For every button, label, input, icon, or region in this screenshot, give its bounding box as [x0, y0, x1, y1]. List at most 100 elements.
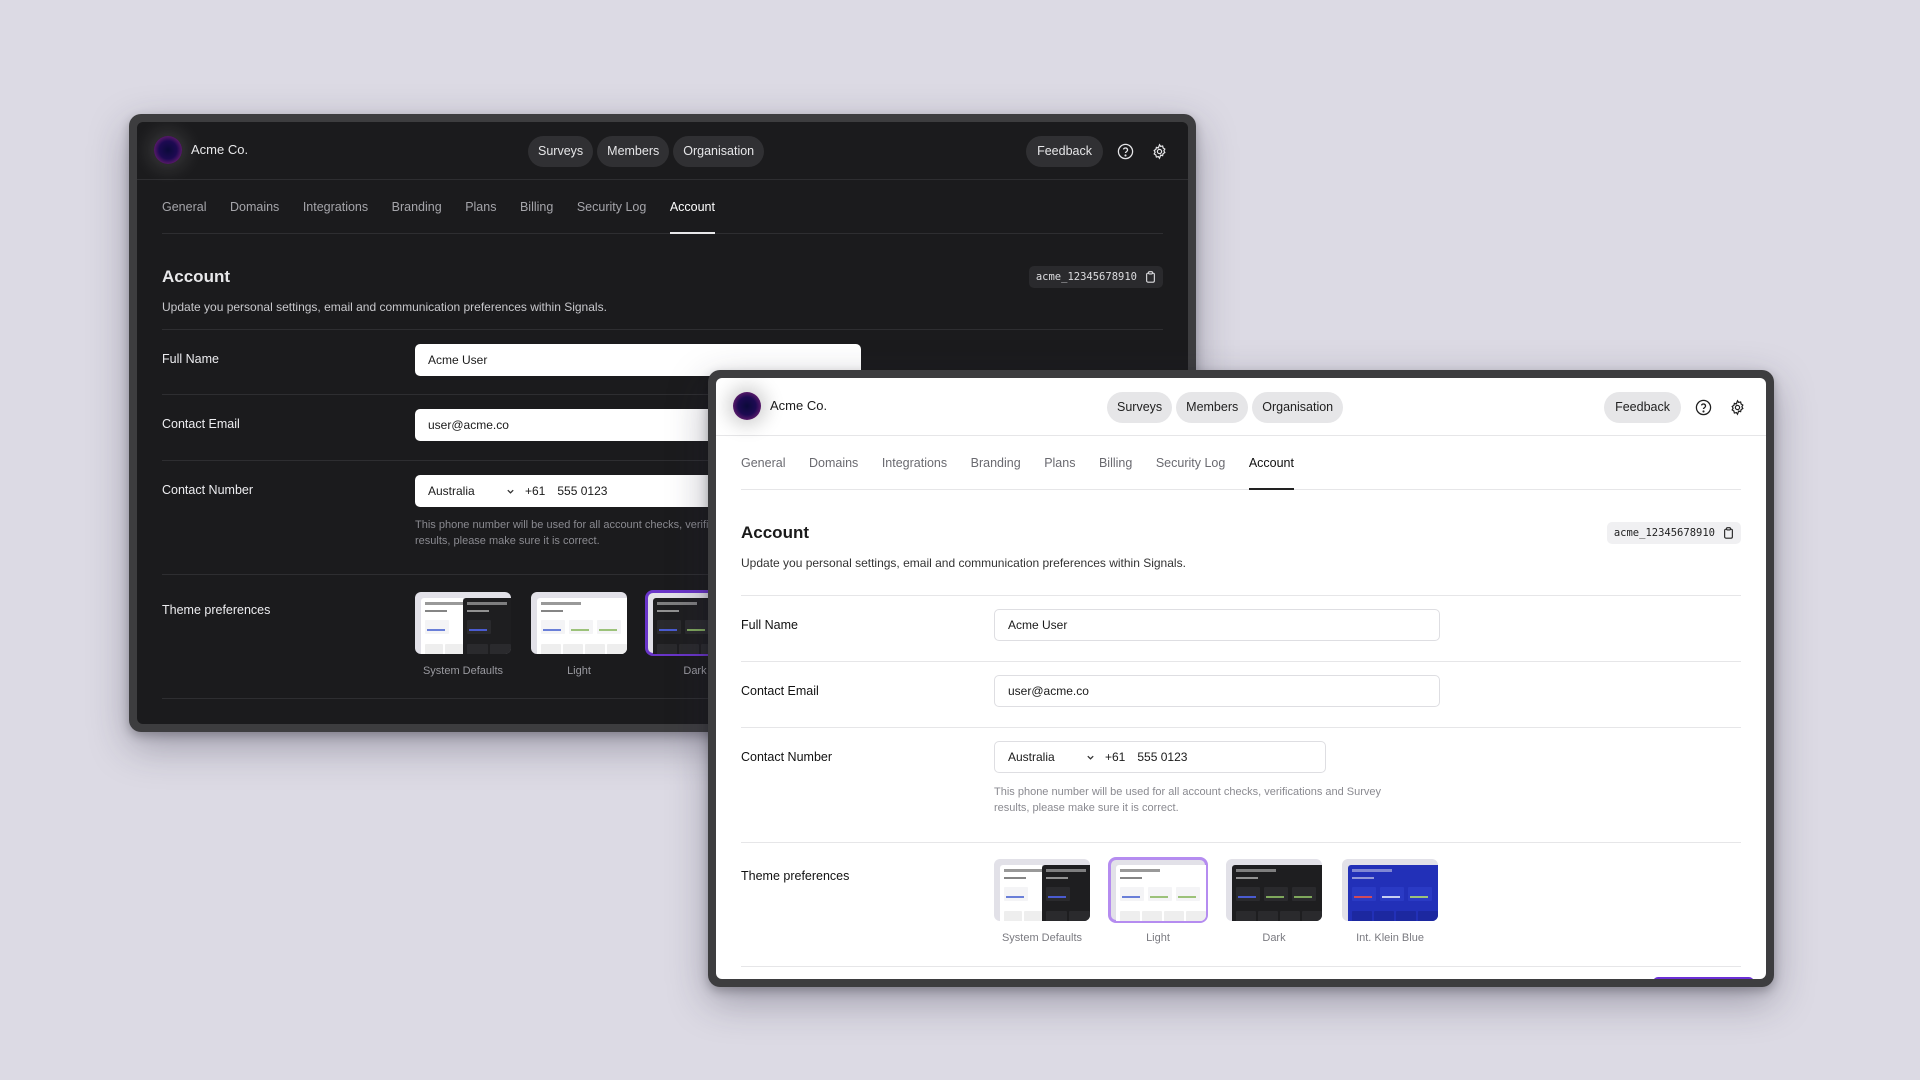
org-name: Acme Co. — [770, 398, 827, 413]
gear-icon[interactable] — [1725, 396, 1749, 420]
account-id-badge: acme_12345678910 — [1029, 266, 1163, 288]
preview-light — [1116, 865, 1206, 921]
theme-thumbnail — [415, 592, 511, 654]
theme-thumbnail-selected — [1110, 859, 1206, 921]
theme-option-light[interactable]: Light — [1110, 859, 1206, 944]
country-select[interactable]: Australia — [995, 750, 1105, 764]
page-description: Update you personal settings, email and … — [162, 300, 607, 314]
preview-light-half — [1000, 865, 1042, 921]
tab-integrations[interactable]: Integrations — [882, 436, 947, 489]
contact-number-input[interactable]: Australia +61 555 0123 — [994, 741, 1326, 773]
app-header: Acme Co. Surveys Members Organisation Fe… — [137, 122, 1188, 180]
theme-option-label: System Defaults — [415, 665, 511, 677]
theme-option-system-defaults[interactable]: System Defaults — [415, 592, 511, 677]
contact-number-label: Contact Number — [162, 483, 253, 497]
settings-tabs: General Domains Integrations Branding Pl… — [162, 180, 1163, 234]
dial-code: +61 — [525, 484, 545, 498]
window-content: Acme Co. Surveys Members Organisation Fe… — [716, 378, 1766, 979]
org-logo[interactable] — [733, 392, 761, 420]
theme-option-system-defaults[interactable]: System Defaults — [994, 859, 1090, 944]
tab-general[interactable]: General — [162, 180, 206, 233]
help-icon[interactable] — [1691, 396, 1715, 420]
phone-help-text: This phone number will be used for all a… — [994, 784, 1414, 816]
dial-code: +61 — [1105, 750, 1125, 764]
account-id: acme_12345678910 — [1036, 271, 1137, 283]
theme-options: System Defaults Light — [994, 859, 1438, 944]
phone-number-value: 555 0123 — [557, 484, 607, 498]
theme-thumbnail — [1342, 859, 1438, 921]
tab-general[interactable]: General — [741, 436, 785, 489]
tab-plans[interactable]: Plans — [465, 180, 496, 233]
contact-number-label: Contact Number — [741, 750, 832, 764]
theme-option-label: Light — [1110, 932, 1206, 944]
account-id-badge: acme_12345678910 — [1607, 522, 1741, 544]
theme-option-label: Light — [531, 665, 627, 677]
nav-surveys[interactable]: Surveys — [528, 136, 593, 167]
tab-security-log[interactable]: Security Log — [1156, 436, 1225, 489]
tab-branding[interactable]: Branding — [392, 180, 442, 233]
full-name-label: Full Name — [741, 618, 798, 632]
tab-plans[interactable]: Plans — [1044, 436, 1075, 489]
feedback-button[interactable]: Feedback — [1026, 136, 1103, 167]
preview-klein-blue — [1348, 865, 1438, 921]
tab-integrations[interactable]: Integrations — [303, 180, 368, 233]
theme-option-dark[interactable]: Dark — [1226, 859, 1322, 944]
copy-icon[interactable] — [1145, 271, 1156, 283]
feedback-button[interactable]: Feedback — [1604, 392, 1681, 423]
theme-preferences-label: Theme preferences — [162, 603, 270, 617]
tab-billing[interactable]: Billing — [1099, 436, 1132, 489]
full-name-label: Full Name — [162, 352, 219, 366]
theme-option-light[interactable]: Light — [531, 592, 627, 677]
primary-action-button[interactable] — [1653, 977, 1754, 979]
header-actions: Feedback — [1026, 136, 1171, 167]
tab-domains[interactable]: Domains — [230, 180, 279, 233]
theme-preferences-label: Theme preferences — [741, 869, 849, 883]
theme-option-label: System Defaults — [994, 932, 1090, 944]
preview-dark-half — [1042, 865, 1090, 921]
preview-dark — [1232, 865, 1322, 921]
nav-members[interactable]: Members — [1176, 392, 1248, 423]
row-contact-number: Contact Number Australia +61 555 0123 Th… — [741, 727, 1741, 837]
tab-domains[interactable]: Domains — [809, 436, 858, 489]
nav-organisation[interactable]: Organisation — [673, 136, 764, 167]
org-logo[interactable] — [154, 136, 182, 164]
app-header: Acme Co. Surveys Members Organisation Fe… — [716, 378, 1766, 436]
theme-option-label: Int. Klein Blue — [1342, 932, 1438, 944]
preview-light-half — [421, 598, 463, 654]
country-value: Australia — [1008, 750, 1055, 764]
tab-branding[interactable]: Branding — [971, 436, 1021, 489]
theme-option-label: Dark — [1226, 932, 1322, 944]
copy-icon[interactable] — [1723, 527, 1734, 539]
chevron-down-icon — [1086, 753, 1095, 762]
gear-icon[interactable] — [1147, 140, 1171, 164]
row-theme-preferences: Theme preferences — [741, 842, 1741, 967]
page-title: Account — [162, 267, 230, 287]
settings-tabs: General Domains Integrations Branding Pl… — [741, 436, 1741, 490]
contact-email-input[interactable]: user@acme.co — [994, 675, 1440, 707]
page-description: Update you personal settings, email and … — [741, 556, 1186, 570]
nav-surveys[interactable]: Surveys — [1107, 392, 1172, 423]
preview-dark-half — [463, 598, 511, 654]
nav-organisation[interactable]: Organisation — [1252, 392, 1343, 423]
main-nav: Surveys Members Organisation — [528, 136, 764, 167]
contact-email-label: Contact Email — [162, 417, 240, 431]
full-name-input[interactable]: Acme User — [994, 609, 1440, 641]
org-name: Acme Co. — [191, 142, 248, 157]
country-value: Australia — [428, 484, 475, 498]
theme-option-int-klein-blue[interactable]: Int. Klein Blue — [1342, 859, 1438, 944]
tab-account[interactable]: Account — [1249, 436, 1294, 489]
theme-thumbnail — [1226, 859, 1322, 921]
nav-members[interactable]: Members — [597, 136, 669, 167]
header-actions: Feedback — [1604, 392, 1749, 423]
main-nav: Surveys Members Organisation — [1107, 392, 1343, 423]
tab-billing[interactable]: Billing — [520, 180, 553, 233]
phone-number-value: 555 0123 — [1137, 750, 1187, 764]
tab-account[interactable]: Account — [670, 180, 715, 233]
tab-security-log[interactable]: Security Log — [577, 180, 646, 233]
contact-email-label: Contact Email — [741, 684, 819, 698]
preview-light — [537, 598, 627, 654]
theme-thumbnail — [531, 592, 627, 654]
country-select[interactable]: Australia — [415, 484, 525, 498]
help-icon[interactable] — [1113, 140, 1137, 164]
theme-thumbnail — [994, 859, 1090, 921]
